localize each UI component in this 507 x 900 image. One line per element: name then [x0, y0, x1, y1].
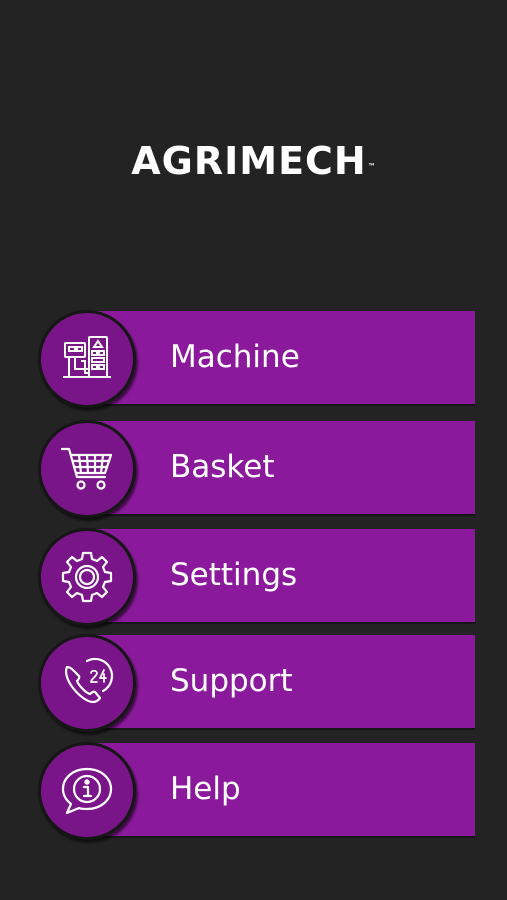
menu-item-label: Settings	[170, 557, 298, 593]
menu-item-label: Support	[170, 663, 293, 699]
menu-item-basket[interactable]: Basket	[38, 420, 475, 518]
menu-item-label: Basket	[170, 449, 275, 485]
app-logo: AGRIMECH™	[0, 138, 507, 184]
gear-icon	[38, 528, 136, 626]
menu-item-help[interactable]: Help	[38, 742, 475, 840]
menu-item-label: Help	[170, 771, 241, 807]
cart-icon	[38, 420, 136, 518]
machine-icon	[38, 310, 136, 408]
menu-item-bar	[96, 743, 475, 836]
logo-trademark: ™	[367, 162, 376, 171]
info-bubble-icon	[38, 742, 136, 840]
app-screen: AGRIMECH™ Machine Basket Settings Suppor…	[0, 0, 507, 900]
menu-item-label: Machine	[170, 339, 300, 375]
menu-item-machine[interactable]: Machine	[38, 310, 475, 408]
logo-text: AGRIMECH	[131, 139, 367, 183]
menu-item-bar	[96, 421, 475, 514]
menu-item-support[interactable]: Support	[38, 634, 475, 732]
phone-24-icon	[38, 634, 136, 732]
menu-item-settings[interactable]: Settings	[38, 528, 475, 626]
